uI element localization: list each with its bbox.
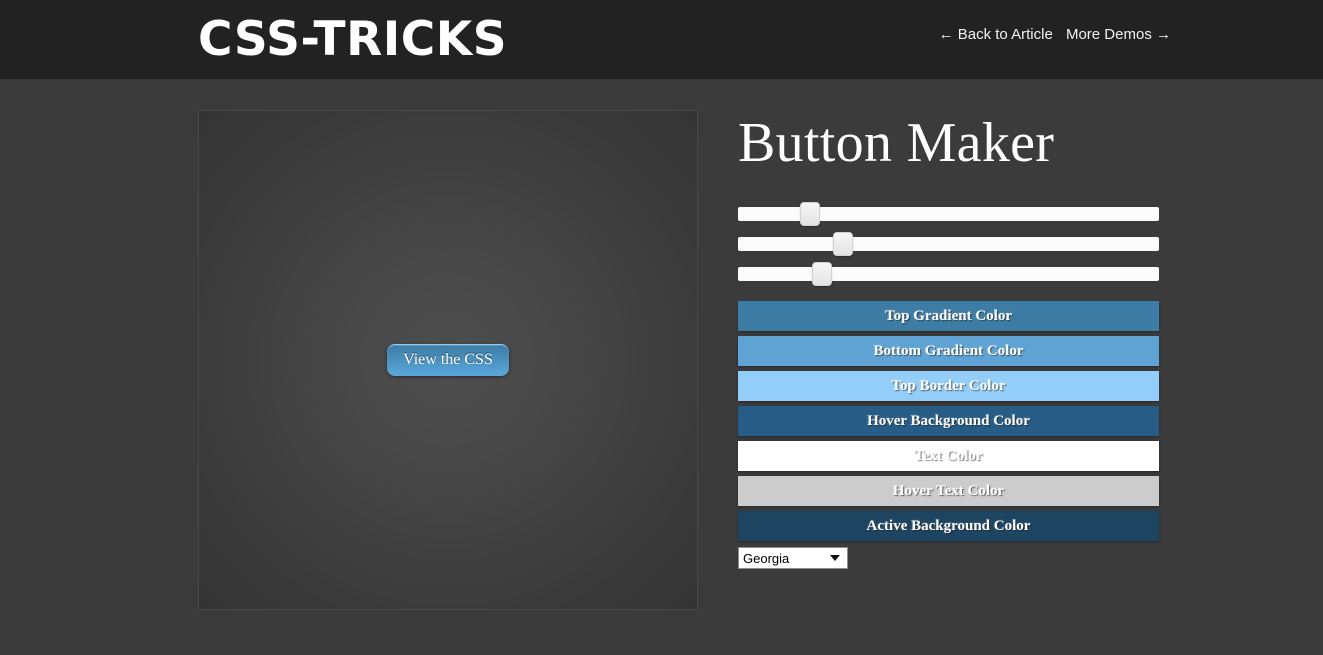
- header-nav: ← Back to Article More Demos →: [939, 26, 1171, 43]
- font-family-select[interactable]: GeorgiaHelveticaArialVerdanaTimes New Ro…: [738, 547, 848, 569]
- main-content: View the CSS Button Maker Top Gradient C…: [0, 79, 1323, 655]
- back-to-article-link[interactable]: ← Back to Article: [939, 26, 1053, 43]
- padding-slider[interactable]: [738, 262, 1159, 292]
- slider-thumb[interactable]: [833, 232, 854, 256]
- slider-thumb[interactable]: [812, 262, 833, 286]
- site-header: CSS-TRICKS ← Back to Article More Demos …: [0, 0, 1323, 79]
- slider-track[interactable]: [738, 267, 1159, 281]
- font-select-row: GeorgiaHelveticaArialVerdanaTimes New Ro…: [738, 547, 1160, 569]
- swatch-hover-text-color[interactable]: Hover Text Color: [738, 476, 1159, 506]
- page-title: Button Maker: [738, 112, 1055, 174]
- view-the-css-button[interactable]: View the CSS: [387, 344, 509, 376]
- swatch-active-background-color[interactable]: Active Background Color: [738, 511, 1159, 541]
- more-demos-link[interactable]: More Demos →: [1066, 26, 1171, 43]
- color-swatch-group: Top Gradient Color Bottom Gradient Color…: [738, 301, 1160, 541]
- swatch-top-gradient-color[interactable]: Top Gradient Color: [738, 301, 1159, 331]
- slider-thumb[interactable]: [799, 202, 820, 226]
- site-logo: CSS-TRICKS: [198, 12, 508, 67]
- swatch-hover-background-color[interactable]: Hover Background Color: [738, 406, 1159, 436]
- controls-panel: Button Maker Top Gradient Color Bottom G…: [738, 110, 1160, 569]
- border-radius-slider[interactable]: [738, 202, 1159, 232]
- swatch-top-border-color[interactable]: Top Border Color: [738, 371, 1159, 401]
- font-size-slider[interactable]: [738, 232, 1159, 262]
- slider-track[interactable]: [738, 237, 1159, 251]
- swatch-bottom-gradient-color[interactable]: Bottom Gradient Color: [738, 336, 1159, 366]
- swatch-text-color[interactable]: Text Color: [738, 441, 1159, 471]
- button-preview-panel: View the CSS: [198, 110, 698, 610]
- font-select-wrapper: GeorgiaHelveticaArialVerdanaTimes New Ro…: [738, 547, 848, 569]
- slider-group: [738, 202, 1160, 292]
